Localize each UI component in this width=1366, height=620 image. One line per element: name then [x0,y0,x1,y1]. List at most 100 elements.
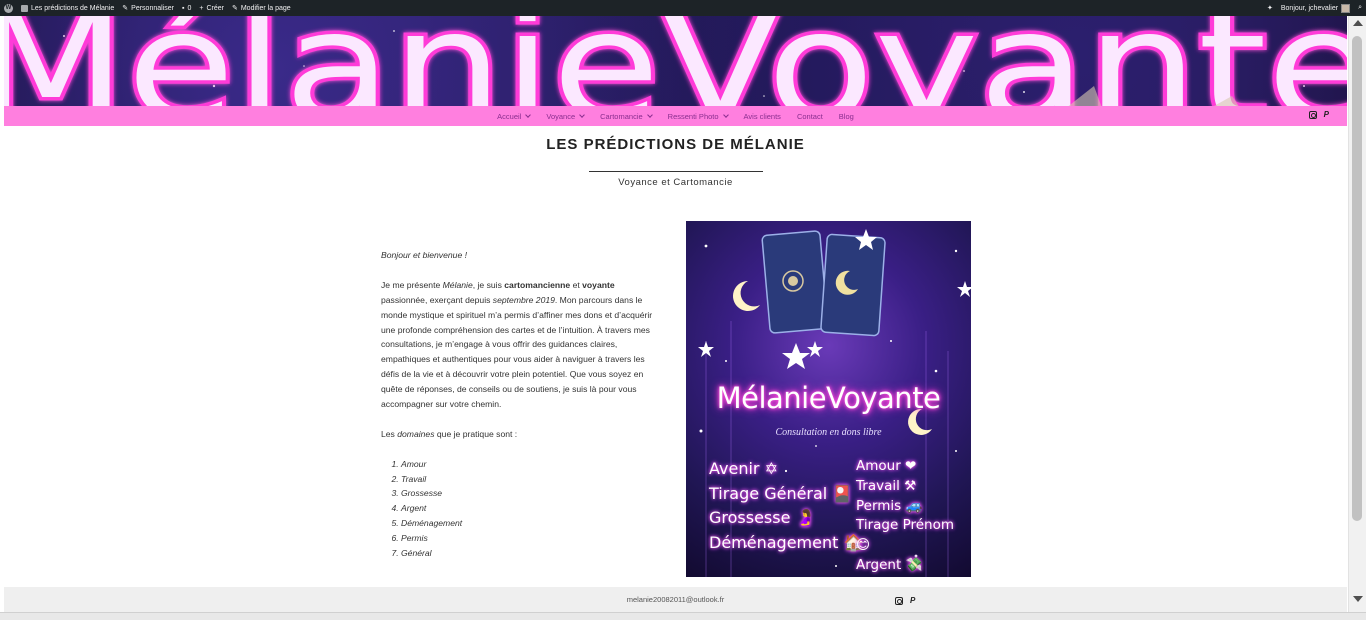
nav-item-label: Avis clients [743,111,781,121]
page-scrollbar[interactable] [1348,16,1366,612]
admin-customize-label: Personnaliser [131,4,174,12]
chevron-down-icon [646,112,653,118]
avatar [1341,3,1351,13]
chevron-down-icon [525,112,532,118]
nav-item-contact[interactable]: Contact [789,112,831,121]
intro-text-1: Je me présente [381,279,443,290]
window-bottom-edge [0,612,1366,620]
title-divider [589,171,763,172]
admin-greeting: Bonjour, jchevalier [1280,4,1339,12]
list-item: Avenir ✡ [709,459,778,478]
nav-item-label: Ressenti Photo [667,111,719,121]
intro-text-4: passionnée, exerçant depuis [381,294,493,305]
hero-subtitle: Consultation en dons libre [775,427,882,438]
page: MélanieVoyante Accueil Voyance Cartomanc… [4,16,1347,612]
greeting-text: Bonjour et bienvenue ! [381,250,468,260]
footer-social-links: P [895,597,915,605]
admin-edit-page-label: Modifier la page [240,4,291,12]
chevron-down-icon [722,112,729,118]
intro-paragraph: Je me présente Mélanie, je suis cartoman… [381,278,661,412]
paypal-icon[interactable]: P [910,597,915,605]
search-icon: ⌕ [1358,4,1362,11]
domains-emphasis: domaines [397,428,435,439]
hero-image: MélanieVoyante Consultation en dons libr… [686,221,971,577]
nav-item-ressenti-photo[interactable]: Ressenti Photo [660,112,736,121]
intro-text-2: , je suis [472,279,505,290]
list-item: Argent 💸 [856,556,923,573]
list-item: Permis 🚙 [856,497,923,514]
greeting-paragraph: Bonjour et bienvenue ! [381,248,661,263]
intro-role-cartomancienne: cartomancienne [504,279,571,290]
page-title: LES PRÉDICTIONS DE MÉLANIE [546,136,805,153]
domains-text-1: Les [381,428,398,439]
list-item: Déménagement 🏠 [709,532,864,552]
admin-comments-count: 0 [187,4,192,12]
plus-icon: + [199,4,204,12]
paypal-icon[interactable]: P [1324,111,1329,119]
list-item: Grossesse [401,486,661,501]
intro-text-5: . Mon parcours dans le monde mystique et… [381,294,653,410]
intro-text: Bonjour et bienvenue ! Je me présente Mé… [381,248,661,561]
chevron-down-icon [579,112,585,118]
hero-services-left: Avenir ✡ Tirage Général 🎴 Grossesse 🤰 Dé… [709,457,863,555]
list-item: Tirage Général 🎴 [709,483,853,503]
scroll-down-arrow-icon[interactable] [1353,596,1363,602]
list-item: Amour [401,457,661,472]
domains-list: Amour Travail Grossesse Argent Déménagem… [401,457,661,561]
pencil-icon: ✎ [231,5,238,12]
nav-item-label: Cartomancie [600,111,643,121]
admin-new-label: Créer [206,4,224,12]
comment-icon: ▪ [181,4,185,12]
nav-item-avis-clients[interactable]: Avis clients [736,112,789,121]
intro-date: septembre 2019 [492,294,555,305]
footer-email[interactable]: melanie20082011@outlook.fr [4,595,1347,604]
scroll-up-arrow-icon[interactable] [1353,20,1363,26]
nav-item-cartomancie[interactable]: Cartomancie [592,112,660,121]
wordpress-menu[interactable]: W [0,0,17,16]
admin-site-name[interactable]: Les prédictions de Mélanie [17,0,118,16]
hero-services-right: Amour ❤ Travail ⚒ Permis 🚙 Tirage Prénom… [856,457,971,576]
intro-name: Mélanie [442,279,473,290]
nav-social-links: P [1308,111,1329,119]
list-item: Amour ❤ [856,458,917,474]
admin-site-name-label: Les prédictions de Mélanie [31,4,115,12]
admin-edit-page[interactable]: ✎ Modifier la page [228,0,295,16]
nav-item-voyance[interactable]: Voyance [538,112,592,121]
intro-text-3: et [570,279,583,290]
hero-brand-text: MélanieVoyante [716,381,941,415]
intro-role-voyante: voyante [582,279,615,290]
home-icon [21,4,28,12]
admin-comments[interactable]: ▪ 0 [178,0,195,16]
scroll-thumb[interactable] [1352,36,1362,521]
tarot-cards [761,230,886,337]
site-tagline: Voyance et Cartomancie [618,177,733,188]
site-footer: melanie20082011@outlook.fr P [4,587,1347,612]
admin-new[interactable]: + Créer [195,0,228,16]
nav-item-label: Blog [838,111,854,121]
domains-text-2: que je pratique sont : [434,428,518,439]
admin-search[interactable]: ⌕ [1354,0,1366,16]
instagram-icon[interactable] [1308,111,1317,119]
list-item: Travail [401,472,661,487]
list-item: Tirage Prénom 😊 [856,517,955,554]
list-item: Travail ⚒ [856,477,917,494]
admin-bar: W Les prédictions de Mélanie ✎ Personnal… [0,0,1366,16]
admin-customize[interactable]: ✎ Personnaliser [118,0,178,16]
list-item: Grossesse 🤰 [709,508,816,527]
nav-item-label: Contact [796,111,823,121]
banner-logo: MélanieVoyante [4,16,1347,106]
header-banner[interactable]: MélanieVoyante [4,16,1347,106]
domains-heading: Les domaines que je pratique sont : [381,427,661,442]
list-item: Argent [401,501,661,516]
admin-account[interactable]: Bonjour, jchevalier [1277,0,1354,16]
admin-ai-assistant[interactable]: ✦ [1263,0,1277,16]
list-item: Permis [401,531,661,546]
instagram-icon[interactable] [895,597,903,605]
nav-item-accueil[interactable]: Accueil [489,112,538,121]
nav-item-blog[interactable]: Blog [831,112,862,121]
brush-icon: ✎ [122,5,129,12]
nav-item-label: Accueil [497,111,522,121]
wordpress-logo-icon: W [4,3,13,13]
list-item: Déménagement [401,516,661,531]
sparkle-icon: ✦ [1267,5,1273,12]
